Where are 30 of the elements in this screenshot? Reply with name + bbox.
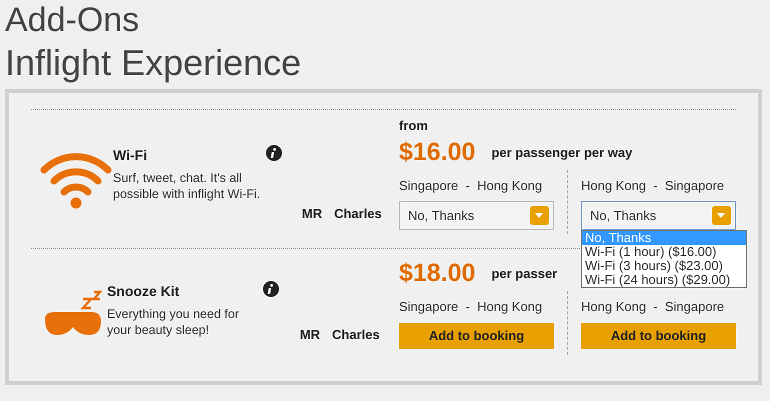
route-label: Singapore - Hong Kong <box>398 176 544 195</box>
section-title: Inflight Experience <box>4 43 302 83</box>
dropdown-option[interactable]: Wi-Fi (1 hour) ($16.00) <box>582 244 746 258</box>
addon-description: Surf, tweet, chat. It's all possible with inflight Wi-Fi. <box>113 170 262 202</box>
price: $16.00 <box>398 136 476 168</box>
addon-description: Everything you need for your beauty sleep! <box>106 306 240 338</box>
dropdown-option[interactable]: Wi-Fi (24 hours) ($29.00) <box>582 272 746 286</box>
dropdown-caret-icon <box>530 206 549 225</box>
page-title: Add-Ons <box>4 0 140 39</box>
price: $18.00 <box>399 258 476 290</box>
dropdown-option[interactable]: Wi-Fi (3 hours) ($23.00) <box>582 258 746 272</box>
dropdown-caret-icon <box>712 206 731 225</box>
route-label: Hong Kong - Singapore <box>581 298 726 316</box>
select-field[interactable]: No, Thanks <box>398 201 554 230</box>
addon-title: Snooze Kit <box>106 282 180 301</box>
price-note: per passer <box>491 265 558 284</box>
add-to-booking-button[interactable]: Add to booking <box>399 322 554 348</box>
select-field[interactable]: No, Thanks <box>580 201 736 230</box>
passenger-title: MR <box>300 326 320 344</box>
route-label: Singapore - Hong Kong <box>399 298 544 316</box>
from-label: from <box>398 117 429 135</box>
route-label: Hong Kong - Singapore <box>580 176 726 195</box>
price-note: per passenger per way <box>491 144 632 162</box>
add-to-booking-button[interactable]: Add to booking <box>581 322 736 348</box>
passenger-name: Charles <box>332 326 380 344</box>
addon-title: Wi-Fi <box>113 146 148 165</box>
info-icon[interactable] <box>266 145 282 161</box>
passenger-title: MR <box>302 205 322 223</box>
passenger-name: Charles <box>334 205 382 223</box>
info-icon[interactable] <box>263 281 280 297</box>
